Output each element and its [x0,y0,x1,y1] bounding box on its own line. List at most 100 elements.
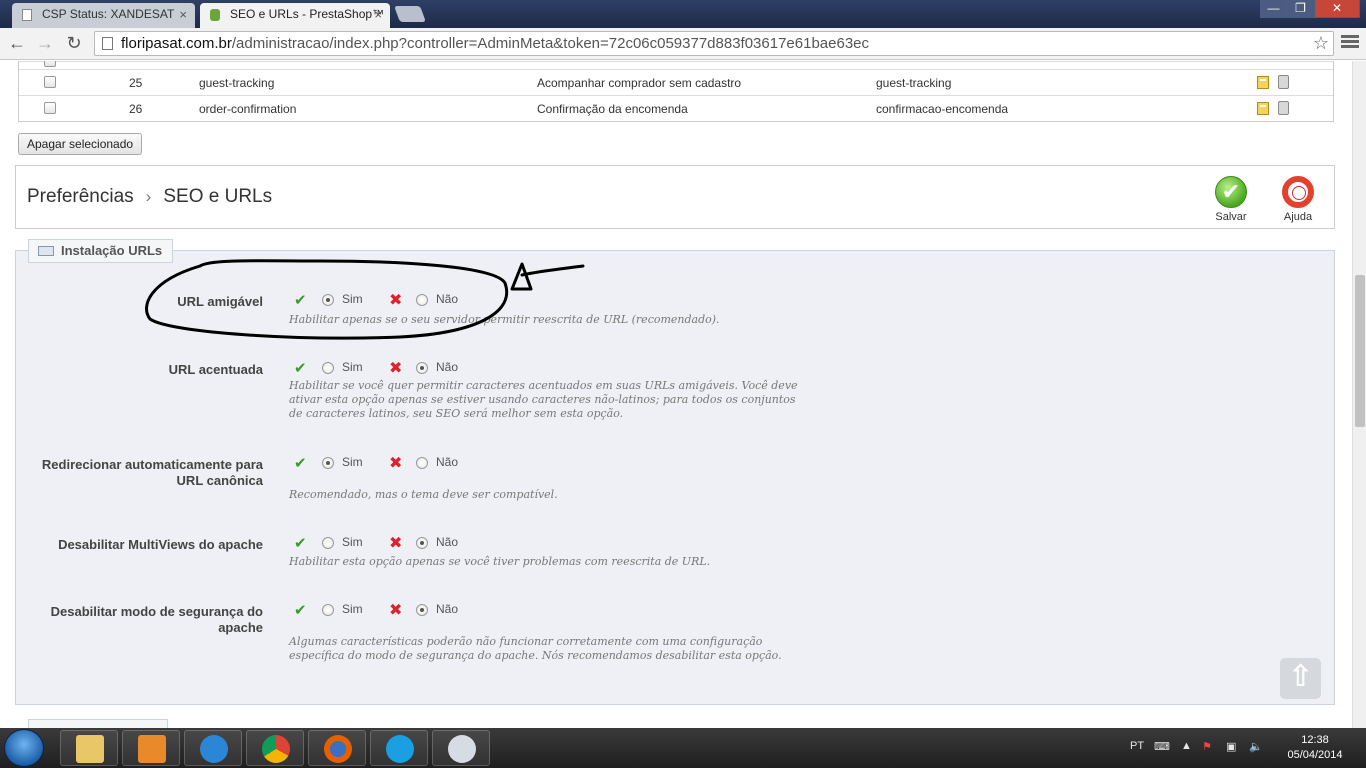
radio-yes-label[interactable]: Sim [342,535,363,549]
network-icon[interactable]: ▣ [1226,740,1236,753]
paint-icon[interactable] [432,730,490,766]
check-icon: ✔ [294,602,307,619]
windows-start-icon[interactable] [4,729,44,767]
system-clock[interactable]: 12:38 05/04/2014 [1280,733,1350,763]
radio-no[interactable] [416,457,428,469]
check-icon: ✔ [294,535,307,552]
check-icon: ✔ [294,292,307,309]
page-scrollbar[interactable] [1352,61,1366,728]
radio-no-label[interactable]: Não [436,360,458,374]
skype-icon[interactable] [370,730,428,766]
new-tab-button[interactable] [394,6,426,22]
tab-title: CSP Status: XANDESAT [42,7,175,21]
browser-toolbar: ← → ↻ floripasat.com.br/administracao/in… [0,28,1366,60]
next-fieldset-legend [28,719,168,728]
minimize-button[interactable]: — [1260,0,1287,18]
trash-icon[interactable] [1278,101,1289,115]
menu-icon[interactable] [1341,33,1359,51]
windows-taskbar: PT ⌨ ▲ ⚑ ▣ 🔈 12:38 05/04/2014 [0,728,1366,768]
radio-yes[interactable] [322,362,334,374]
volume-icon[interactable]: 🔈 [1249,740,1263,753]
back-arrow-icon[interactable]: ← [6,32,28,54]
fieldset-legend: Instalação URLs [28,239,174,263]
cell-id: 25 [129,76,143,90]
radio-no[interactable] [416,362,428,374]
internet-explorer-icon[interactable] [184,730,242,766]
row-checkbox[interactable] [44,61,56,67]
scroll-to-top-button[interactable]: ⇧ [1280,658,1321,699]
trash-icon[interactable] [1278,75,1289,89]
save-button[interactable]: ✔ Salvar [1206,176,1256,223]
breadcrumb-parent[interactable]: Preferências [27,186,134,207]
option-label: URL amigável [177,294,263,309]
radio-yes[interactable] [322,457,334,469]
tab-csp-status[interactable]: CSP Status: XANDESAT × [12,3,195,28]
delete-selected-button[interactable]: Apagar selecionado [18,133,143,155]
cell-title: Confirmação da encomenda [537,102,688,116]
forward-arrow-icon[interactable]: → [34,32,56,54]
radio-yes[interactable] [322,604,334,616]
radio-yes-label[interactable]: Sim [342,455,363,469]
radio-yes[interactable] [322,537,334,549]
file-explorer-icon[interactable] [60,730,118,766]
radio-no-label[interactable]: Não [436,535,458,549]
cross-icon: ✖ [389,455,403,472]
lifebuoy-icon [1282,176,1314,208]
help-button[interactable]: Ajuda [1273,176,1323,223]
radio-no-label[interactable]: Não [436,602,458,616]
language-indicator[interactable]: PT [1130,740,1144,752]
cross-icon: ✖ [389,360,403,377]
row-checkbox[interactable] [44,76,56,88]
radio-no[interactable] [416,294,428,306]
close-window-button[interactable]: ✕ [1314,0,1360,18]
row-checkbox[interactable] [44,102,56,114]
edit-icon[interactable] [1257,76,1269,89]
scrollbar-thumb[interactable] [1355,275,1365,427]
radio-no[interactable] [416,537,428,549]
prestashop-icon [210,9,220,21]
cell-page: order-confirmation [199,102,297,116]
radio-yes-label[interactable]: Sim [342,360,363,374]
breadcrumb: Preferências › SEO e URLs [27,186,272,208]
option-hint: Habilitar se você quer permitir caracter… [289,379,798,420]
page-icon [22,9,32,21]
firefox-icon[interactable] [308,730,366,766]
cell-title: Acompanhar comprador sem cadastro [537,76,742,90]
checkmark-icon: ✔ [1215,176,1247,208]
option-hint: Habilitar apenas se o seu servidor permi… [289,313,720,326]
tab-seo-urls[interactable]: SEO e URLs - PrestaShop™ × [200,3,390,28]
page-content: 25 guest-tracking Acompanhar comprador s… [0,61,1352,728]
radio-no-label[interactable]: Não [436,455,458,469]
radio-yes-label[interactable]: Sim [342,602,363,616]
close-tab-icon[interactable]: × [179,3,187,26]
close-tab-icon[interactable]: × [374,3,382,26]
chrome-icon[interactable] [246,730,304,766]
url-path: /administracao/index.php?controller=Admi… [231,35,870,52]
help-label: Ajuda [1283,211,1313,223]
bookmark-star-icon[interactable]: ☆ [1313,32,1329,55]
radio-no[interactable] [416,604,428,616]
chevron-right-icon: › [145,187,152,206]
reload-icon[interactable]: ↻ [63,32,85,54]
save-label: Salvar [1215,211,1247,223]
radio-no-label[interactable]: Não [436,292,458,306]
maximize-button[interactable]: ❐ [1287,0,1314,18]
action-center-icon[interactable]: ⚑ [1202,740,1212,753]
table-row: 26 order-confirmation Confirmação da enc… [19,95,1333,121]
cross-icon: ✖ [389,535,403,552]
cell-url: guest-tracking [876,76,952,90]
meta-table: 25 guest-tracking Acompanhar comprador s… [18,61,1334,122]
address-bar[interactable]: floripasat.com.br/administracao/index.ph… [94,31,1334,56]
keyboard-icon[interactable]: ⌨ [1154,740,1170,753]
option-hint: Algumas características poderão não func… [289,635,782,662]
option-label: URL acentuada [168,362,263,377]
tab-title: SEO e URLs - PrestaShop™ [230,7,385,21]
radio-yes[interactable] [322,294,334,306]
media-player-icon[interactable] [122,730,180,766]
page-icon [102,37,113,50]
edit-icon[interactable] [1257,102,1269,115]
option-hint: Habilitar esta opção apenas se você tive… [289,555,711,568]
clock-date: 05/04/2014 [1287,749,1343,761]
radio-yes-label[interactable]: Sim [342,292,363,306]
show-hidden-icons-icon[interactable]: ▲ [1181,740,1192,752]
